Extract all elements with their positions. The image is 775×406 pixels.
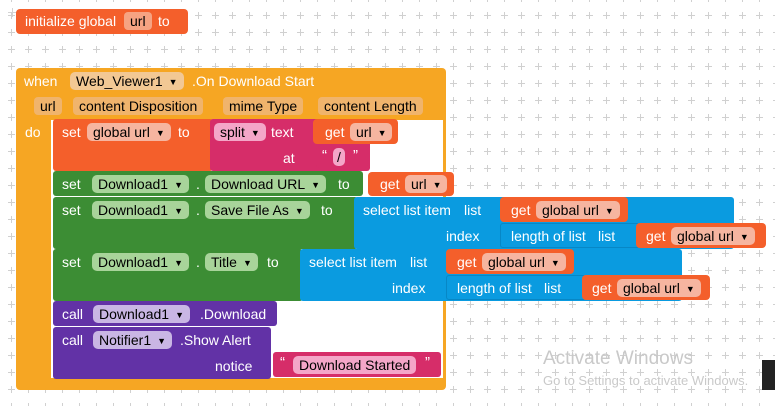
quote-open-icon: “ <box>322 147 327 164</box>
get-label: get <box>380 176 400 192</box>
get-global-url-dropdown-3[interactable]: global url ▼ <box>482 253 566 271</box>
download-method-label: .Download <box>200 306 267 322</box>
param-content-disposition[interactable]: content Disposition <box>73 97 204 115</box>
set-to-label: to <box>267 254 279 270</box>
list-label: list <box>410 254 428 270</box>
list-label: list <box>464 202 482 218</box>
global-to-label: to <box>158 13 170 29</box>
set-label: set <box>62 124 81 140</box>
set-label: set <box>62 254 81 270</box>
get-url-dropdown-1[interactable]: url ▼ <box>350 123 393 141</box>
length-of-list-label: length of list <box>511 228 586 244</box>
download-component-dropdown-1[interactable]: Download1 ▼ <box>92 175 189 193</box>
param-content-length[interactable]: content Length <box>318 97 423 115</box>
event-component-dropdown[interactable]: Web_Viewer1 ▼ <box>70 72 184 90</box>
index-label: index <box>392 280 426 296</box>
get-global-url-dropdown-1[interactable]: global url ▼ <box>536 201 620 219</box>
quote-close-icon: ” <box>353 147 358 164</box>
set-label: set <box>62 176 81 192</box>
notice-text-field[interactable]: Download Started <box>293 356 417 374</box>
activate-windows-subtitle: Go to Settings to activate Windows. <box>543 373 749 388</box>
get-label: get <box>646 228 666 244</box>
download-component-dropdown-3[interactable]: Download1 ▼ <box>92 253 189 271</box>
select-list-item-label: select list item <box>363 202 451 218</box>
notifier-component-dropdown[interactable]: Notifier1 ▼ <box>93 331 173 349</box>
quote-open-icon: “ <box>280 354 285 371</box>
split-dropdown[interactable]: split ▼ <box>214 123 266 141</box>
show-alert-method-label: .Show Alert <box>180 332 251 348</box>
set-global-var-dropdown[interactable]: global url ▼ <box>87 123 171 141</box>
call-label: call <box>62 332 84 348</box>
get-label: get <box>325 124 345 140</box>
select-list-item-label: select list item <box>309 254 397 270</box>
list-label: list <box>598 228 616 244</box>
trash-icon[interactable] <box>762 360 775 390</box>
set-label: set <box>62 202 81 218</box>
separator-text-field[interactable]: / <box>333 148 345 166</box>
when-label: when <box>24 73 58 89</box>
notice-label: notice <box>215 358 253 374</box>
event-name-label: .On Download Start <box>192 73 315 89</box>
save-file-property-dropdown[interactable]: Save File As ▼ <box>205 201 310 219</box>
dot-label: . <box>196 254 200 270</box>
do-label: do <box>25 124 41 140</box>
title-property-dropdown[interactable]: Title ▼ <box>205 253 258 271</box>
get-label: get <box>511 202 531 218</box>
initialize-global-label: initialize global <box>25 13 117 29</box>
list-label: list <box>544 280 562 296</box>
call-label: call <box>62 306 84 322</box>
activate-windows-title: Activate Windows <box>543 348 693 369</box>
get-label: get <box>592 280 612 296</box>
global-var-name[interactable]: url <box>124 12 152 30</box>
get-label: get <box>457 254 477 270</box>
get-url-dropdown-2[interactable]: url ▼ <box>405 175 448 193</box>
param-mime-type[interactable]: mime Type <box>223 97 304 115</box>
index-label: index <box>446 228 480 244</box>
param-url[interactable]: url <box>34 97 62 115</box>
get-global-url-dropdown-2[interactable]: global url ▼ <box>671 227 755 245</box>
split-at-label: at <box>283 150 295 166</box>
length-of-list-label: length of list <box>457 280 532 296</box>
call-download-component-dropdown[interactable]: Download1 ▼ <box>93 305 190 323</box>
get-global-url-dropdown-4[interactable]: global url ▼ <box>617 279 701 297</box>
dot-label: . <box>196 176 200 192</box>
quote-close-icon: ” <box>425 354 430 371</box>
download-url-property-dropdown[interactable]: Download URL ▼ <box>205 175 327 193</box>
dot-label: . <box>196 202 200 218</box>
split-text-label: text <box>271 124 294 140</box>
set-to-label: to <box>178 124 190 140</box>
set-to-label: to <box>321 202 333 218</box>
download-component-dropdown-2[interactable]: Download1 ▼ <box>92 201 189 219</box>
set-to-label: to <box>338 176 350 192</box>
